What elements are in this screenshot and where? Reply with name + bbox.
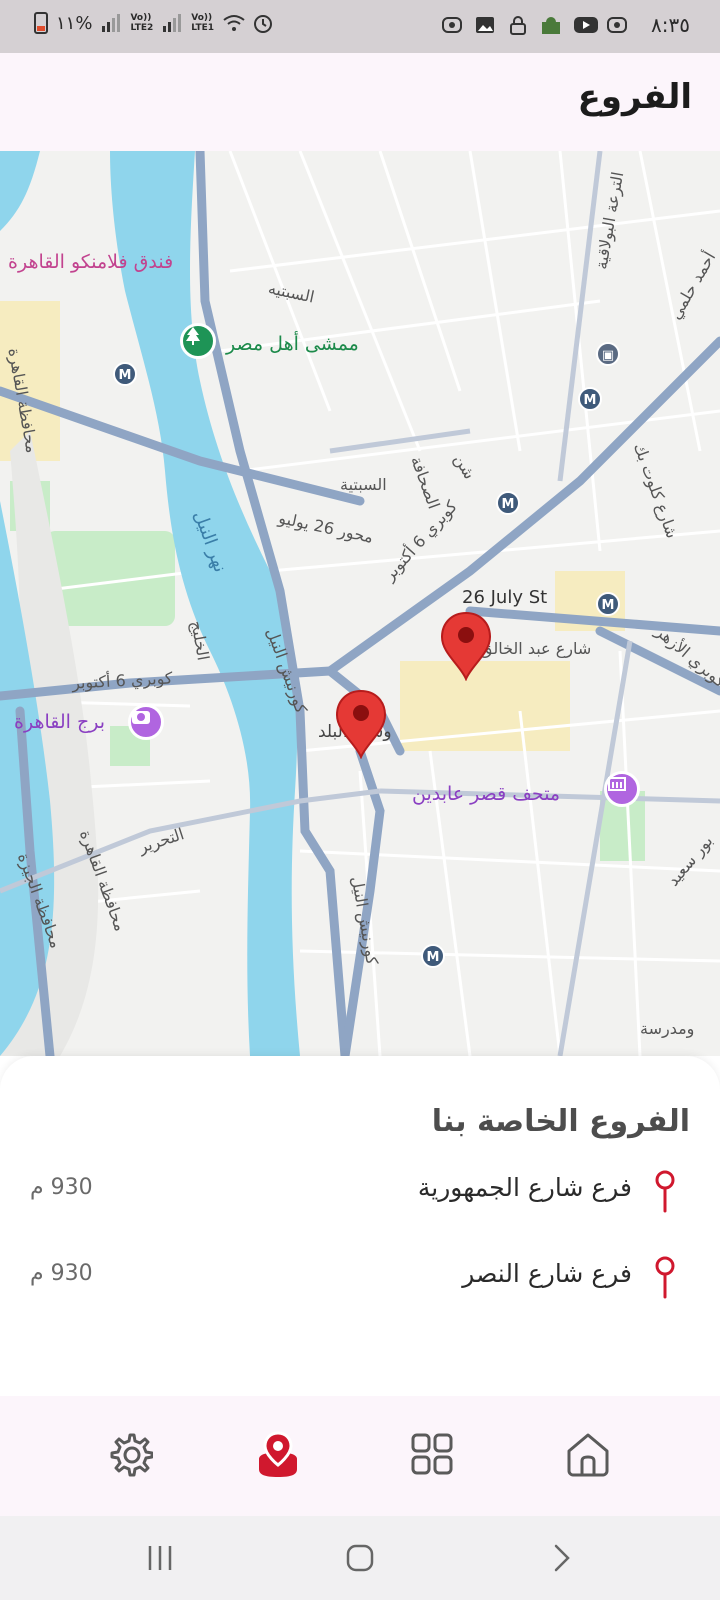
home-button[interactable] xyxy=(340,1538,380,1578)
walkway-label[interactable]: ممشى أهل مصر xyxy=(226,333,359,355)
signal-icon xyxy=(100,12,122,34)
recent-apps-icon xyxy=(148,1546,172,1570)
alarm-icon xyxy=(252,12,274,34)
abdeen-label[interactable]: متحف قصر عابدين xyxy=(412,783,560,805)
park-poi-icon[interactable] xyxy=(180,323,216,359)
street-label: شارع عبد الخالق xyxy=(480,639,592,658)
branch-name: فرع شارع النصر xyxy=(462,1259,632,1288)
battery-level: ١١% xyxy=(56,12,93,34)
sim2-label: Vo)) LTE1 xyxy=(191,13,215,33)
branches-map[interactable]: فندق فلامنكو القاهرة ممشى أهل مصر السبتي… xyxy=(0,151,720,1056)
metro-icon[interactable]: M xyxy=(113,362,137,386)
sheet-title: الفروع الخاصة بنا xyxy=(431,1104,690,1139)
nav-settings[interactable] xyxy=(100,1424,160,1484)
location-pin-icon xyxy=(655,1256,675,1299)
grid-icon xyxy=(411,1433,453,1475)
branch-list-item[interactable]: فرع شارع النصر 930 م xyxy=(0,1249,720,1309)
branch-pin-icon[interactable] xyxy=(335,689,387,759)
status-notifications xyxy=(441,14,628,36)
page-title: الفروع xyxy=(577,77,692,117)
museum-icon[interactable] xyxy=(604,771,640,807)
metro-icon[interactable]: M xyxy=(596,592,620,616)
lock-icon xyxy=(507,14,529,36)
hotel-label[interactable]: فندق فلامنكو القاهرة xyxy=(8,251,173,273)
river-branch xyxy=(0,151,40,231)
branch-name: فرع شارع الجمهورية xyxy=(417,1173,632,1202)
camera-icon[interactable] xyxy=(128,704,164,740)
branch-pin-icon[interactable] xyxy=(440,611,492,681)
location-pin-icon xyxy=(655,1170,675,1213)
metro-icon[interactable]: M xyxy=(421,944,445,968)
cairo-tower-label[interactable]: برج القاهرة xyxy=(14,711,105,733)
home-circle-icon xyxy=(346,1544,374,1572)
location-icon xyxy=(259,1431,297,1477)
clock: ٨:٣٥ xyxy=(651,13,690,37)
gear-icon xyxy=(110,1433,153,1477)
bottom-navigation xyxy=(0,1396,720,1516)
branch-distance: 930 م xyxy=(30,1261,93,1286)
app-icon xyxy=(606,14,628,36)
nav-categories[interactable] xyxy=(402,1424,462,1484)
metro-icon[interactable]: M xyxy=(496,491,520,515)
branch-distance: 930 م xyxy=(30,1175,93,1200)
image-icon xyxy=(474,14,496,36)
mosque-icon xyxy=(540,14,562,36)
street-label: 26 July St xyxy=(462,587,548,608)
train-icon[interactable]: ▣ xyxy=(596,342,620,366)
recent-apps-button[interactable] xyxy=(140,1538,180,1578)
youtube-icon xyxy=(573,14,598,36)
app-icon xyxy=(441,14,463,36)
home-icon xyxy=(567,1433,609,1477)
status-left: ١١% Vo)) LTE2 Vo)) LTE1 xyxy=(34,12,274,34)
chevron-right-icon xyxy=(554,1544,570,1572)
wifi-icon xyxy=(222,12,245,34)
metro-icon[interactable]: M xyxy=(578,387,602,411)
signal-icon xyxy=(161,12,183,34)
status-bar: ١١% Vo)) LTE2 Vo)) LTE1 ٨:٣٥ xyxy=(0,0,720,53)
branches-sheet: الفروع الخاصة بنا فرع شارع الجمهورية 930… xyxy=(0,1056,720,1396)
nav-branches[interactable] xyxy=(248,1424,308,1484)
back-button[interactable] xyxy=(542,1538,582,1578)
street-label: ومدرسة xyxy=(640,1019,695,1038)
sim1-label: Vo)) LTE2 xyxy=(130,13,154,33)
system-navigation-bar xyxy=(0,1516,720,1600)
branch-list-item[interactable]: فرع شارع الجمهورية 930 م xyxy=(0,1163,720,1223)
nav-home[interactable] xyxy=(558,1424,618,1484)
street-label: السبتية xyxy=(340,475,387,494)
app-header: الفروع xyxy=(0,53,720,151)
battery-icon xyxy=(34,12,48,34)
